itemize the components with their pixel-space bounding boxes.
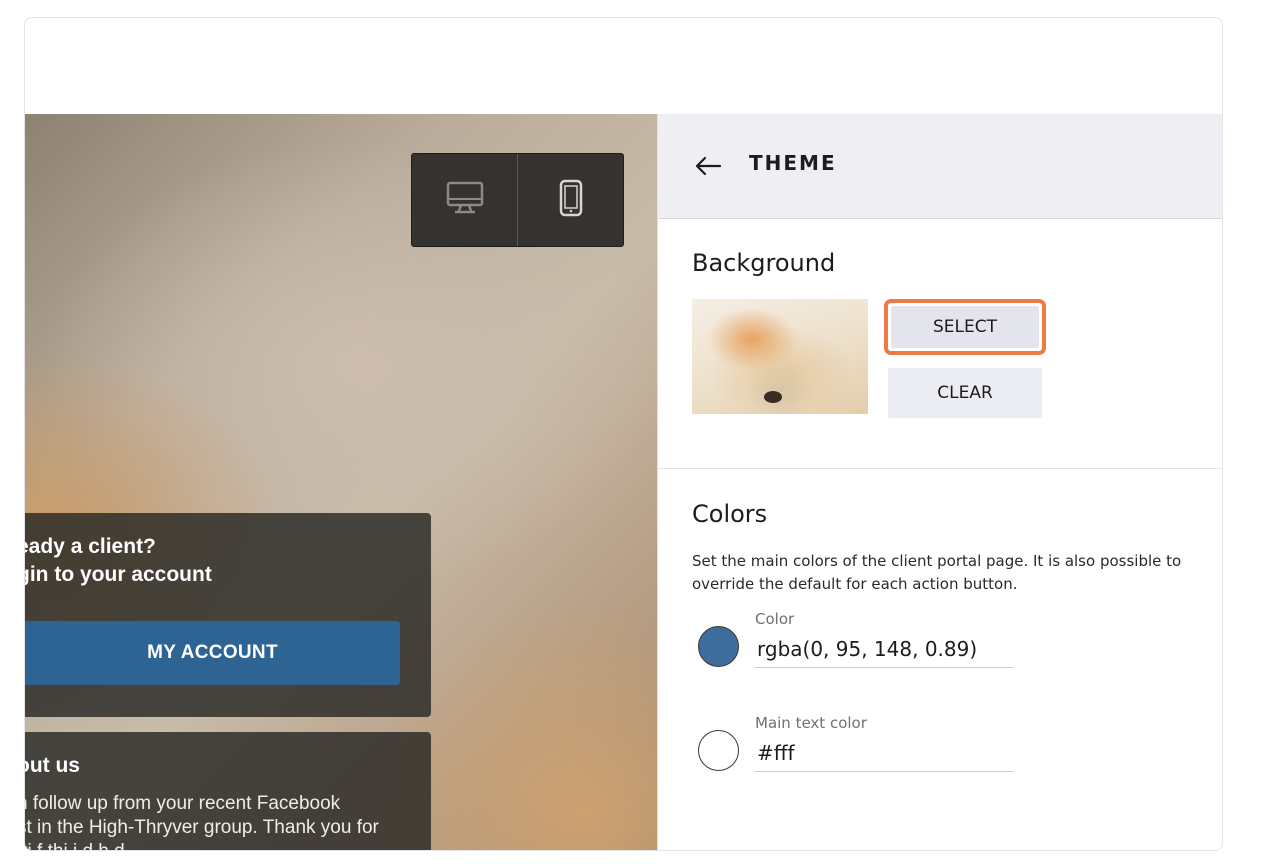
colors-description: Set the main colors of the client portal… xyxy=(692,552,1182,593)
login-title-line-1: eady a client? xyxy=(25,535,156,558)
about-body-line-1: n follow up from your recent Facebook xyxy=(25,793,341,814)
about-card-title: out us xyxy=(25,754,80,777)
app-frame: eady a client? gin to your account MY AC… xyxy=(24,17,1223,851)
panel-header: THEME xyxy=(658,114,1222,219)
about-body-line-2: st in the High-Thryver group. Thank you … xyxy=(25,817,379,838)
desktop-view-button[interactable] xyxy=(412,154,517,246)
background-section: Background SELECT CLEAR xyxy=(658,219,1222,469)
colors-section: Colors Set the main colors of the client… xyxy=(658,470,1222,850)
color-input[interactable]: rgba(0, 95, 148, 0.89) xyxy=(755,634,1013,668)
mobile-icon xyxy=(559,179,583,221)
mobile-view-button[interactable] xyxy=(517,154,623,246)
theme-panel: THEME Background SELECT CLEAR Colors Set… xyxy=(657,114,1222,850)
login-card: eady a client? gin to your account MY AC… xyxy=(25,513,431,717)
my-account-button[interactable]: MY ACCOUNT xyxy=(25,621,400,685)
select-button-label: SELECT xyxy=(891,306,1039,348)
about-card: out us n follow up from your recent Face… xyxy=(25,732,431,850)
login-card-title: eady a client? gin to your account xyxy=(25,533,212,589)
thumbnail-detail xyxy=(764,391,782,403)
about-card-body: n follow up from your recent Facebook st… xyxy=(25,792,437,850)
colors-section-title: Colors xyxy=(692,500,768,528)
panel-title: THEME xyxy=(749,151,837,175)
text-color-input[interactable]: #fff xyxy=(755,738,1013,772)
color-field-row: Color rgba(0, 95, 148, 0.89) xyxy=(692,610,1192,690)
color-swatch[interactable] xyxy=(698,626,739,667)
clear-button[interactable]: CLEAR xyxy=(888,368,1042,418)
color-field-label: Color xyxy=(755,610,795,628)
select-button[interactable]: SELECT xyxy=(884,299,1046,355)
text-color-field-row: Main text color #fff xyxy=(692,714,1192,794)
background-section-title: Background xyxy=(692,249,836,277)
background-thumbnail xyxy=(692,299,868,414)
text-color-field-label: Main text color xyxy=(755,714,867,732)
about-body-line-3: tti f thi i d h d xyxy=(25,840,437,850)
desktop-icon xyxy=(446,181,484,219)
arrow-left-icon[interactable] xyxy=(694,151,724,181)
text-color-swatch[interactable] xyxy=(698,730,739,771)
device-switch xyxy=(411,153,624,247)
login-title-line-2: gin to your account xyxy=(25,563,212,586)
portal-preview: eady a client? gin to your account MY AC… xyxy=(25,114,657,850)
